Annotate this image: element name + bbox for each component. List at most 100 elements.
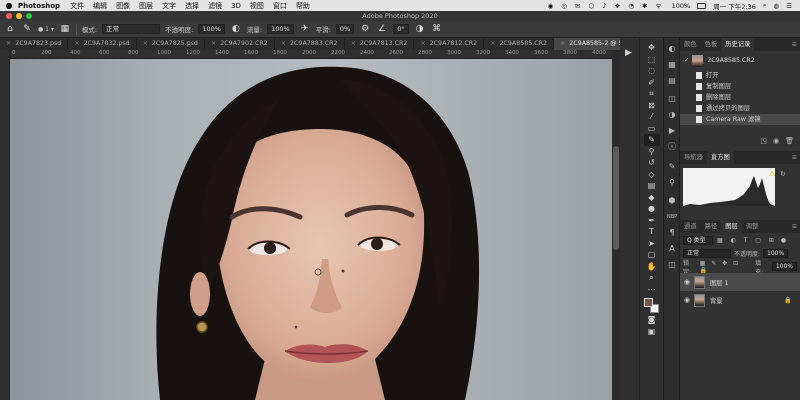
layer-filter-icons[interactable]: ▦ ◐ T ▢ ⊞ [717,237,777,244]
3d-panel-icon[interactable]: ⬢ [667,196,677,206]
eraser-tool-icon[interactable]: ◇ [644,169,660,181]
tab-channels[interactable]: 通道 [680,220,701,233]
history-state[interactable]: 通过拷贝的图层 [680,103,800,114]
tab-color[interactable]: 颜色 [680,38,701,51]
close-icon[interactable]: × [211,40,216,47]
menu-3d[interactable]: 3D [231,2,241,10]
brush-settings-panel-icon[interactable]: ✎ [667,162,677,172]
user-icon[interactable]: ◍ [774,2,780,10]
adjustments-panel-icon[interactable]: ◑ [667,110,677,120]
pressure-opacity-icon[interactable]: ◐ [230,23,242,35]
menu-help[interactable]: 帮助 [296,1,310,11]
screen-mode-icon[interactable]: ▣ [644,326,660,338]
healing-brush-tool-icon[interactable]: ▭ [644,123,660,135]
tab-paths[interactable]: 路径 [701,220,722,233]
mode-select[interactable]: 正常 [102,24,161,34]
clock[interactable]: 周一 下午2:36 [713,1,756,11]
filter-toggle-icon[interactable]: ● [781,237,786,244]
shape-tool-icon[interactable]: ▢ [644,249,660,261]
panel-menu-icon[interactable]: ≡ [792,151,800,164]
zoom-tool-icon[interactable]: ⌕ [644,272,660,284]
angle-icon[interactable]: ∠ [376,23,388,35]
tab-document[interactable]: × 2C9A7813.CR2 [345,38,415,50]
tab-document[interactable]: × 2C9A7883.CR2 [275,38,345,50]
tab-document[interactable]: × 2C9A7823.psd [0,38,69,50]
history-state-current[interactable]: Camera Raw 滤镜 [680,114,800,125]
close-icon[interactable]: × [351,40,356,47]
status-icons[interactable]: ◉ ◎ ✉ ⬡ ♪ ❖ ◔ ✱ ᯤ [548,1,665,10]
tab-document[interactable]: × 2C9A7832.psd [68,38,137,50]
camera-icon[interactable]: ◉ [773,137,779,145]
clone-stamp-tool-icon[interactable]: ⚲ [644,146,660,158]
actions-panel-icon[interactable]: ▶ [667,126,677,136]
tab-swatches[interactable]: 色板 [701,38,722,51]
pressure-size-icon[interactable]: ◑ [414,23,426,35]
panel-menu-icon[interactable]: ≡ [792,38,800,51]
menu-image[interactable]: 图像 [116,1,130,11]
eye-icon[interactable]: ◉ [680,296,694,304]
quick-mask-icon[interactable]: ◙ [644,314,660,326]
scrollbar-thumb[interactable] [613,146,619,250]
menu-edit[interactable]: 编辑 [93,1,107,11]
lasso-tool-icon[interactable]: ◌ [644,65,660,77]
tab-document[interactable]: × 2C9A7902.CR2 [205,38,275,50]
menu-window[interactable]: 窗口 [273,1,287,11]
notes-panel-icon[interactable]: NBP [667,212,677,222]
document-canvas[interactable] [10,59,612,400]
brush-preset-picker[interactable]: ● 1 ▾ [38,26,54,33]
panel-menu-icon[interactable]: ≡ [792,220,800,233]
brush-settings-icon[interactable]: ▦ [59,23,71,35]
close-icon[interactable]: × [143,40,148,47]
pen-tool-icon[interactable]: ✒ [644,215,660,227]
clone-source-panel-icon[interactable]: ⚲ [667,178,677,188]
tab-history[interactable]: 历史记录 [721,38,755,51]
tab-adjustments[interactable]: 调整 [742,220,763,233]
play-icon[interactable]: ▶ [625,48,632,58]
menu-layer[interactable]: 图层 [139,1,153,11]
marquee-tool-icon[interactable]: ⬚ [644,54,660,66]
crop-tool-icon[interactable]: ⌗ [644,88,660,100]
layer-row[interactable]: ◉ 图层 1 [680,273,800,291]
menu-select[interactable]: 选择 [185,1,199,11]
refresh-icon[interactable]: ↻ [780,170,786,178]
symmetry-icon[interactable]: ⌘ [431,23,443,35]
menu-view[interactable]: 视图 [250,1,264,11]
info-panel-icon[interactable]: ⓘ [667,142,677,152]
tab-navigator[interactable]: 导航器 [680,151,707,164]
tab-document[interactable]: × 2C9A7812.CR2 [414,38,485,50]
menu-file[interactable]: 文件 [70,1,84,11]
more-tools-icon[interactable]: ⋯ [644,284,660,296]
character-panel-icon[interactable]: A [667,244,677,254]
gradient-tool-icon[interactable]: ▤ [644,180,660,192]
quick-select-tool-icon[interactable]: ✐ [644,77,660,89]
app-menu[interactable]: Photoshop [18,2,60,10]
properties-panel-icon[interactable]: ◫ [667,94,677,104]
tab-document[interactable]: × 2C9A8585.CR2 [484,38,554,50]
history-state[interactable]: 打开 [680,70,800,81]
type-tool-icon[interactable]: T [644,226,660,238]
color-swatches[interactable] [643,298,660,314]
trash-icon[interactable]: 🗑 [785,137,794,145]
paragraph-panel-icon[interactable]: ¶ [667,228,677,238]
home-icon[interactable]: ⌂ [4,23,16,35]
layer-name[interactable]: 图层 1 [710,278,729,287]
history-state[interactable]: 删除图层 [680,92,800,103]
timeline-panel-icon[interactable]: ◫ [667,260,677,270]
hand-tool-icon[interactable]: ✋ [644,261,660,273]
gear-icon[interactable]: ⚙ [359,23,371,35]
swatches-panel-icon[interactable]: ▦ [667,60,677,70]
color-panel-icon[interactable]: ◐ [667,44,677,54]
close-icon[interactable]: × [560,40,565,47]
dodge-tool-icon[interactable]: ● [644,203,660,215]
libraries-panel-icon[interactable]: ▤ [667,76,677,86]
close-icon[interactable]: × [74,40,79,47]
airbrush-icon[interactable]: ✈ [299,23,311,35]
layer-name[interactable]: 背景 [710,296,723,305]
close-icon[interactable]: × [281,40,286,47]
close-icon[interactable]: × [6,40,11,47]
flow-field[interactable]: 100% [267,24,294,34]
battery-icon[interactable] [697,2,707,9]
menu-list-icon[interactable]: ☰ [786,2,792,10]
opacity-field[interactable]: 100% [198,24,225,34]
eye-icon[interactable]: ◉ [680,278,694,286]
